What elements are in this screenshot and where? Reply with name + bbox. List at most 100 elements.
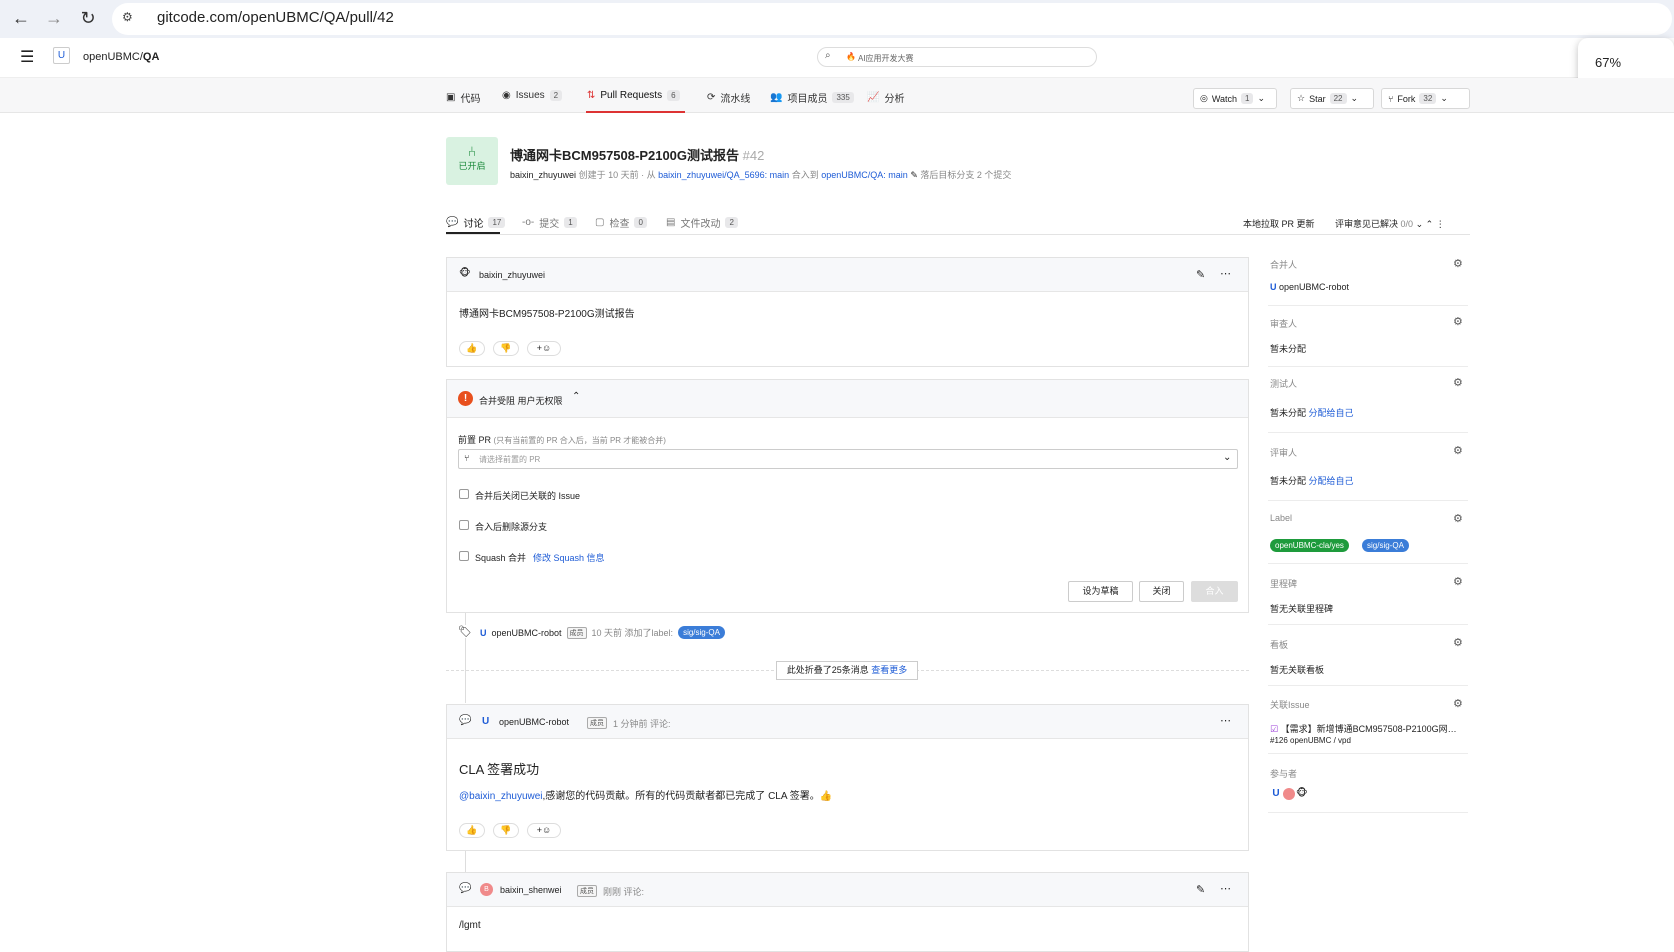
robot-icon: U <box>1270 282 1277 292</box>
tab-checks[interactable]: ▢ 检查 0 <box>595 215 647 230</box>
divider <box>1268 366 1468 367</box>
tab-discussion[interactable]: 💬 讨论 17 <box>446 215 506 230</box>
pr-description-card: 🐵 baixin_zhuyuwei ✎ ⋯ 博通网卡BCM957508-P210… <box>446 257 1249 367</box>
avatar[interactable]: 🐵 <box>1296 788 1308 800</box>
label-event: U openUBMC-robot 成员 10 天前 添加了label: sig/… <box>480 626 725 639</box>
gear-icon[interactable]: ⚙ <box>1453 575 1463 588</box>
divider <box>1268 500 1468 501</box>
set-draft-button[interactable]: 设为草稿 <box>1068 581 1133 602</box>
pr-status-badge: ⑃ 已开启 <box>446 137 498 185</box>
tab-pull-requests[interactable]: ⇅ Pull Requests 6 <box>587 90 680 101</box>
add-reaction-button[interactable]: +☺ <box>527 341 561 356</box>
tab-analysis[interactable]: 📈 分析 <box>867 90 904 105</box>
edit-squash-link[interactable]: 修改 Squash 信息 <box>533 551 605 564</box>
comment-card: 💬 B baixin_shenwei 成员 刚刚 评论: ✎ ⋯ /lgmt <box>446 872 1249 952</box>
repo-logo-icon[interactable]: U <box>53 47 70 64</box>
search-input[interactable]: ⌕ 🔥 AI应用开发大赛 <box>817 47 1097 67</box>
tab-code[interactable]: ▣ 代码 <box>446 90 480 105</box>
divider <box>1268 753 1468 754</box>
edit-icon[interactable]: ✎ <box>1196 883 1205 896</box>
divider <box>1268 685 1468 686</box>
linked-issue[interactable]: ☑ 【需求】新增博通BCM957508-P2100G网… <box>1270 722 1457 735</box>
tab-commits[interactable]: -o- 提交 1 <box>522 215 577 230</box>
timeline-line <box>465 850 466 872</box>
commit-icon: -o- <box>522 217 535 228</box>
tab-members[interactable]: 👥 项目成员 335 <box>770 90 854 105</box>
avatar[interactable]: U <box>1270 788 1282 800</box>
gear-icon[interactable]: ⚙ <box>1453 376 1463 389</box>
robot-icon: U <box>480 627 487 638</box>
gear-icon[interactable]: ⚙ <box>1453 315 1463 328</box>
close-issue-checkbox[interactable] <box>459 489 469 499</box>
forward-icon[interactable]: → <box>43 8 65 29</box>
thumbs-down-button[interactable]: 👎 <box>493 341 519 356</box>
squash-checkbox[interactable] <box>459 551 469 561</box>
merger-title: 合并人 <box>1270 260 1298 270</box>
star-button[interactable]: ☆ Star 22 ⌄ <box>1290 88 1374 109</box>
comment-heading: CLA 签署成功 <box>459 762 540 777</box>
milestone-title: 里程碑 <box>1270 579 1298 589</box>
folded-messages[interactable]: 此处折叠了25条消息 查看更多 <box>776 661 918 680</box>
more-icon: ⋮ <box>1435 219 1445 229</box>
tab-files[interactable]: ▤ 文件改动 2 <box>666 215 738 230</box>
divider <box>1268 624 1468 625</box>
merge-button[interactable]: 合入 <box>1191 581 1238 602</box>
thumbs-up-button[interactable]: 👍 <box>459 341 485 356</box>
label-sig[interactable]: sig/sig-QA <box>1362 539 1409 552</box>
gear-icon[interactable]: ⚙ <box>1453 697 1463 710</box>
description-body: 博通网卡BCM957508-P2100G测试报告 <box>459 309 635 320</box>
gear-icon[interactable]: ⚙ <box>1453 512 1463 525</box>
checks-icon: ▢ <box>595 217 605 228</box>
merger-value: U openUBMC-robot <box>1270 282 1350 292</box>
more-icon[interactable]: ⋯ <box>1220 714 1231 727</box>
issue-check-icon: ☑ <box>1270 724 1279 734</box>
back-icon[interactable]: ← <box>10 8 32 29</box>
fork-button[interactable]: ⑂ Fork 32 ⌄ <box>1381 88 1470 109</box>
chevron-down-icon: ⌄ <box>1257 93 1266 103</box>
delete-branch-checkbox[interactable] <box>459 520 469 530</box>
divider <box>1268 432 1468 433</box>
edit-icon[interactable]: ✎ <box>1196 268 1205 281</box>
edit-icon[interactable]: ✎ <box>910 170 918 180</box>
thumbs-up-button[interactable]: 👍 <box>459 823 485 838</box>
robot-icon: U <box>482 716 490 727</box>
avatar: 🐵 <box>459 268 471 279</box>
gear-icon[interactable]: ⚙ <box>1453 636 1463 649</box>
target-branch-link[interactable]: openUBMC/QA: main <box>821 170 908 180</box>
gear-icon[interactable]: ⚙ <box>1453 444 1463 457</box>
fetch-pr-button[interactable]: 本地拉取 PR 更新 <box>1243 217 1315 230</box>
add-reaction-button[interactable]: +☺ <box>527 823 561 838</box>
eye-icon: ◎ <box>1200 93 1208 103</box>
more-icon[interactable]: ⋯ <box>1220 267 1231 280</box>
avatar[interactable] <box>1283 788 1295 800</box>
participants-list: U 🐵 <box>1270 788 1308 800</box>
watch-button[interactable]: ◎ Watch 1 ⌄ <box>1193 88 1277 109</box>
chevron-up-icon[interactable]: ⌃ <box>572 391 580 402</box>
active-tab-indicator <box>586 111 685 113</box>
analysis-icon: 📈 <box>867 92 880 103</box>
tab-issues[interactable]: ◉ Issues 2 <box>502 90 563 101</box>
repo-path[interactable]: openUBMC/QA <box>83 51 159 63</box>
url-text[interactable]: gitcode.com/openUBMC/QA/pull/42 <box>157 9 394 26</box>
thumbs-down-button[interactable]: 👎 <box>493 823 519 838</box>
reload-icon[interactable]: ↻ <box>77 8 99 29</box>
site-info-icon[interactable]: ⚙ <box>122 10 133 24</box>
pre-pr-select[interactable]: ⑂ 请选择前置的 PR ⌄ <box>458 449 1238 469</box>
label-cla[interactable]: openUBMC-cla/yes <box>1270 539 1349 552</box>
comment-icon: 💬 <box>446 217 459 228</box>
pr-meta: baixin_zhuyuwei 创建于 10 天前 · 从 baixin_zhu… <box>510 170 1012 180</box>
gear-icon[interactable]: ⚙ <box>1453 257 1463 270</box>
tab-pipeline[interactable]: ⟳ 流水线 <box>707 90 750 105</box>
source-branch-link[interactable]: baixin_zhuyuwei/QA_5696: main <box>658 170 789 180</box>
merge-status-header: ! 合并受阻 用户无权限 ⌃ <box>447 380 1248 418</box>
more-icon[interactable]: ⋯ <box>1220 882 1231 895</box>
comment-icon: 💬 <box>459 715 472 726</box>
menu-icon[interactable]: ☰ <box>20 47 34 67</box>
issue-icon: ◉ <box>502 90 511 101</box>
star-icon: ☆ <box>1297 93 1306 103</box>
pr-author[interactable]: baixin_zhuyuwei <box>510 170 576 180</box>
resolved-counter[interactable]: 评审意见已解决 0/0 ⌄ ⌃ ⋮ <box>1335 217 1445 230</box>
merge-icon: ⑃ <box>467 143 477 159</box>
close-pr-button[interactable]: 关闭 <box>1139 581 1184 602</box>
comment-author[interactable]: baixin_zhuyuwei <box>479 270 545 280</box>
